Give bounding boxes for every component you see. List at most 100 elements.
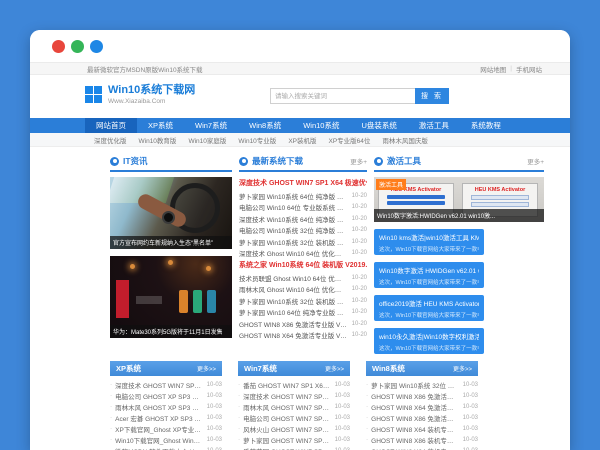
download-list-item[interactable]: 萝卜家园 Win10系统 32位 装机版 V2019.09_Win10...10… — [239, 236, 367, 248]
download-list-item[interactable]: ·雨林木风 GHOST XP SP3 经典旗舰版 V...10-03 — [110, 401, 222, 412]
download-list-item[interactable]: ·XP下载官网_Ghost XP专业版 64位 V20...10-03 — [110, 423, 222, 434]
download-list-item[interactable]: ·GHOST WIN8 X64 装机专业版 V2017...10-03 — [366, 445, 478, 450]
download-list-item[interactable]: 深度技术 Win10系统 64位 纯净版 V2019.09_Win10...10… — [239, 213, 367, 225]
maximize-window-button[interactable] — [90, 40, 103, 53]
nav-item-activation[interactable]: 激活工具 — [408, 118, 460, 133]
sitemap-link[interactable]: 网站地图 — [480, 64, 506, 74]
download-list-item[interactable]: ·萝卜家园 GHOST WIN7 SP1 X86 极速...10-03 — [238, 434, 350, 445]
download-list-item[interactable]: ·电脑公司 GHOST WIN7 SP1 X86 正式...10-03 — [238, 412, 350, 423]
download-list-item[interactable]: ·GHOST WIN8 X64 装机专业版 V2019...10-03 — [366, 423, 478, 434]
activation-card[interactable]: Win10 kms激活|win10激活工具 KMS-VL-ALL 这次，Win1… — [374, 229, 484, 255]
news-thumbnail-car[interactable]: 官方宣布网约车新规纳入生态“黑名单” — [110, 177, 232, 249]
site-title: Win10系统下载网 — [108, 84, 195, 96]
subnav-item[interactable]: XP装机版 — [288, 135, 316, 145]
section-title: Win7系统 — [244, 363, 277, 374]
bullet: · — [366, 436, 368, 443]
bullet: · — [238, 392, 240, 399]
download-list-item[interactable]: ·电脑公司 GHOST XP SP3 正式专业版 V...10-03 — [110, 390, 222, 401]
download-list-item[interactable]: GHOST WIN8 X64 免激活专业版 V2017.02(64位)10-20 — [239, 330, 367, 342]
news-thumbnail-huawei[interactable]: 华为：Mate30系列5G版将于11月1日发售 — [110, 256, 232, 338]
download-list-item[interactable]: ·深度技术 GHOST WIN7 SP1 X64 极速...10-03 — [110, 379, 222, 390]
bullet: · — [238, 436, 240, 443]
subnav-item[interactable]: Win10专业版 — [238, 135, 276, 145]
date: 10-03 — [463, 404, 478, 410]
download-list-item[interactable]: ·GHOST WIN8 X64 免激活专业版 V201...10-03 — [366, 401, 478, 412]
win7-list-header: Win7系统 更多>> — [238, 361, 350, 376]
search-button[interactable]: 搜 索 — [415, 88, 449, 104]
nav-item-usb[interactable]: U盘装系统 — [350, 118, 407, 133]
subnav-item[interactable]: XP专业版64位 — [328, 135, 370, 145]
news-caption: 华为：Mate30系列5G版将于11月1日发售 — [110, 325, 232, 338]
download-list-item[interactable]: 萝卜家园 Win10系统 64位 纯净版 V2019.0810-20 — [239, 190, 367, 202]
mobile-site-link[interactable]: 手机网站 — [516, 64, 542, 74]
download-list-item[interactable]: ·GHOST WIN8 X86 免激活专业版 V201...10-03 — [366, 412, 478, 423]
download-list-item[interactable]: ·番茄 GHOST WIN7 SP1 X64 笔记本专...10-03 — [238, 379, 350, 390]
nav-item-win10[interactable]: Win10系统 — [292, 118, 350, 133]
date: 10-20 — [352, 216, 367, 222]
more-link[interactable]: 更多>> — [453, 364, 472, 373]
minimize-window-button[interactable] — [71, 40, 84, 53]
date: 10-03 — [335, 404, 350, 410]
site-logo[interactable]: Win10系统下载网 Www.Xiazaiba.Com — [85, 84, 195, 105]
download-list-item[interactable]: ·风林火山 GHOST WIN7 SP1 X86 优化...10-03 — [238, 423, 350, 434]
nav-item-win8[interactable]: Win8系统 — [238, 118, 292, 133]
subnav-item[interactable]: 深度优化版 — [94, 135, 127, 145]
stage-light — [206, 266, 211, 271]
nav-item-win7[interactable]: Win7系统 — [184, 118, 238, 133]
price-board-shape — [136, 296, 162, 304]
date: 10-03 — [207, 415, 222, 421]
download-list-item[interactable]: 电脑公司 Win10 64位 专业版系统 V2019.09_Win10...10… — [239, 202, 367, 214]
download-list-item[interactable]: 深度技术 Ghost Win10 64位 优化专业版 V2019.0910-20 — [239, 248, 367, 260]
subnav-item[interactable]: 雨林木风国庆版 — [382, 135, 428, 145]
close-window-button[interactable] — [52, 40, 65, 53]
nav-item-xp[interactable]: XP系统 — [137, 118, 184, 133]
activation-card[interactable]: Win10数字激活 HWIDGen v62.01 win10激活 这次，Win1… — [374, 262, 484, 288]
download-list-item[interactable]: ·萝卜家园 Win10系统 32位 装机版 V201910-03 — [366, 379, 478, 390]
nav-item-tutorials[interactable]: 系统教程 — [460, 118, 512, 133]
download-list-item[interactable]: ·番茄花园 GHOST WIN7 SP1 X64 装机...10-03 — [238, 445, 350, 450]
download-list-item[interactable]: 电脑公司 Win10系统 32位 纯净版 V2019.09_Win10...10… — [239, 225, 367, 237]
featured-download-link[interactable]: 深度技术 GHOST WIN7 SP1 X64 极速优化版 — [239, 177, 367, 190]
nav-item-home[interactable]: 网站首页 — [85, 118, 137, 133]
download-list-item[interactable]: ·Win10下载官网_Ghost Win10专业版 6...10-03 — [110, 434, 222, 445]
bullet: · — [366, 403, 368, 410]
download-list-item[interactable]: ·深度技术 GHOST WIN7 SP1 X64 中秋...10-03 — [238, 390, 350, 401]
site-notice: 最新微软官方MSDN原版Win10系统下载 — [87, 64, 203, 74]
bullet: · — [366, 392, 368, 399]
download-list-item[interactable]: 雨林木风 Ghost Win10 64位 优化专业版 V2019.0910-20 — [239, 284, 367, 296]
download-list-item[interactable]: GHOST WIN8 X86 免激活专业版 V2017.01(32位)10-20 — [239, 318, 367, 330]
more-link[interactable]: 更多+ — [527, 156, 544, 166]
more-link[interactable]: 更多+ — [350, 156, 367, 166]
bullet: · — [110, 436, 112, 443]
activation-feature-image[interactable]: 激活工具 HEU KMS Activator HEU KMS Activator… — [374, 177, 544, 222]
bullet: · — [366, 425, 368, 432]
latest-downloads-header: 最新系统下载 更多+ — [239, 155, 367, 172]
subnav-item[interactable]: Win10教育版 — [139, 135, 177, 145]
search-input[interactable] — [270, 88, 415, 104]
download-list-item[interactable]: ·Acer 宏碁 GHOST XP SP3 笔记本通用...10-03 — [110, 412, 222, 423]
date: 10-20 — [352, 227, 367, 233]
download-list-item[interactable]: ·微软MSDN 软件下载中心 XP专业版19...10-03 — [110, 445, 222, 450]
date: 10-03 — [207, 437, 222, 443]
download-list-item[interactable]: 萝卜家园 Win10 64位 纯净专业版 V2019.0910-20 — [239, 307, 367, 319]
news-caption: 官方宣布网约车新规纳入生态“黑名单” — [110, 236, 232, 249]
download-list-item[interactable]: ·GHOST WIN8 X86 装机专业版 V2017...10-03 — [366, 434, 478, 445]
subnav-item[interactable]: Win10家庭版 — [188, 135, 226, 145]
app-field — [471, 202, 529, 207]
more-link[interactable]: 更多>> — [197, 364, 216, 373]
section-title: 最新系统下载 — [252, 155, 303, 167]
bullet: · — [238, 403, 240, 410]
bullet: · — [366, 414, 368, 421]
section-icon — [374, 157, 383, 166]
activation-card[interactable]: win10永久激活|Win10数字权利激活神器 HWI 这次，Win10下载官网… — [374, 328, 484, 354]
activation-card[interactable]: office2019激活 HEU KMS Activator v19.0 这次，… — [374, 295, 484, 321]
download-list-item[interactable]: ·GHOST WIN8 X86 免激活专业版 V201...10-03 — [366, 390, 478, 401]
download-list-item[interactable]: ·雨林木风 GHOST WIN7 SP1 X86 经典...10-03 — [238, 401, 350, 412]
latest-downloads-section: 最新系统下载 更多+ 深度技术 GHOST WIN7 SP1 X64 极速优化版… — [239, 155, 367, 354]
download-list-item[interactable]: 技术员联盟 Ghost Win10 64位 优化专业版 V2019.0910-2… — [239, 272, 367, 284]
download-list-item[interactable]: 萝卜家园 Win10系统 32位 装机版 V2019.09_Win10...10… — [239, 295, 367, 307]
featured-download-link[interactable]: 系统之家 Win10系统 64位 装机版 V2019.09_Win10... — [239, 259, 367, 272]
more-link[interactable]: 更多>> — [325, 364, 344, 373]
image-caption: Win10数字激活:HWIDGen v62.01 win10激... — [374, 209, 544, 222]
bullet: · — [110, 392, 112, 399]
